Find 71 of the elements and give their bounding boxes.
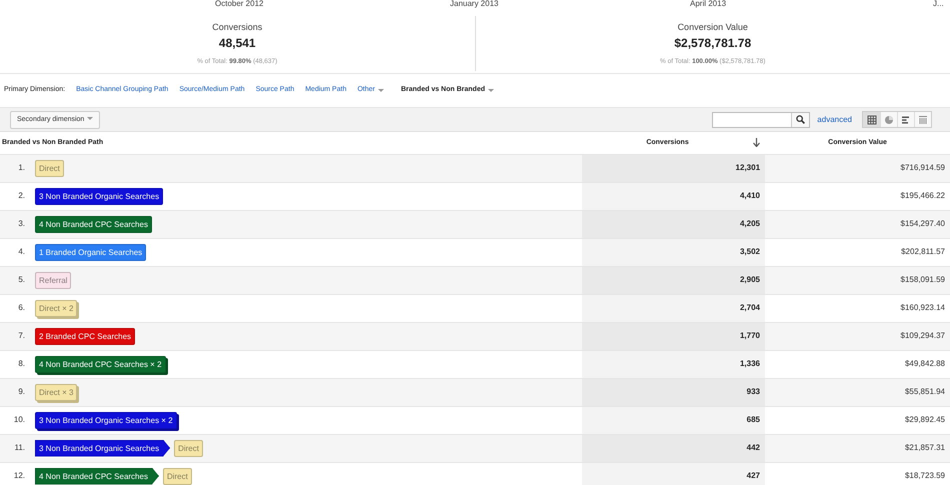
bar-list-icon [901,114,911,124]
conversion-value: $158,091.59 [900,275,946,284]
conversion-value: $154,297.40 [900,219,946,228]
channel-tag: 4 Non Branded CPC Searches [35,216,152,232]
conversion-value: $18,723.59 [904,471,946,480]
conversions-value: 933 [746,387,760,396]
channel-tag: Direct × 2 [35,300,78,316]
column-bars-icon [918,114,928,124]
channel-tag: 1 Branded Organic Searches [35,244,146,260]
grid-icon [866,114,876,124]
row-number: 11. [14,443,25,452]
search-field[interactable] [712,112,810,128]
caret-icon[interactable] [488,89,494,92]
row-number: 8. [18,359,25,368]
conversion-value: $109,294.37 [900,331,946,340]
metric-label: Conversions [211,23,264,32]
row-number: 3. [18,219,25,228]
conversions-value: 4,205 [740,219,760,228]
conversions-value: 427 [746,471,760,480]
conversions-value: 685 [746,415,760,424]
row-number: 5. [18,275,25,284]
row-number: 12. [14,471,25,480]
channel-tag: 4 Non Branded CPC Searches [35,468,159,484]
sort-arrow-icon[interactable] [753,138,760,148]
conversions-value: 4,410 [740,191,760,200]
channel-tag: 4 Non Branded CPC Searches × 2 [35,356,166,372]
conversion-value: $202,811.57 [901,247,946,256]
conversions-value: 1,336 [740,359,760,368]
axis-label: January 2013 [450,0,498,8]
conversion-value: $716,914.59 [900,163,946,172]
advanced-link[interactable]: advanced [817,114,852,126]
channel-tag: Direct × 3 [35,384,78,400]
conversion-value: $29,892.45 [904,415,946,424]
conversions-value: 3,502 [740,247,760,256]
conversion-value: $160,923.14 [900,303,946,312]
conversion-value: $195,466.22 [900,191,946,200]
channel-tag: Direct [162,468,192,484]
axis-label: October 2012 [215,0,264,8]
conversions-value: 2,905 [740,275,760,284]
row-number: 10. [14,415,25,424]
row-number: 1. [18,163,25,172]
metric-value: $2,578,781.78 [674,37,752,50]
channel-tag: Referral [35,272,72,288]
pie-chart-icon [884,114,894,124]
conversion-value: $55,851.94 [904,387,946,396]
channel-tag: Direct [35,160,64,176]
conversion-value: $49,842.88 [904,359,946,368]
caret-icon[interactable] [378,89,384,92]
row-number: 4. [18,247,25,256]
row-number: 7. [18,331,25,340]
axis-label: J... [933,0,944,8]
channel-tag: 2 Branded CPC Searches [35,328,136,344]
conversions-value: 12,301 [736,163,760,172]
channel-tag: 3 Non Branded Organic Searches [35,188,164,204]
grid-view-button[interactable] [863,112,880,127]
conversion-value: $21,857.31 [904,443,946,452]
row-number: 9. [18,387,25,396]
bar-list-view-button[interactable] [897,112,914,127]
channel-tag: 3 Non Branded Organic Searches [35,440,170,456]
column-bars-view-button[interactable] [914,112,931,127]
metric-value: 48,541 [218,37,256,50]
conversions-value: 1,770 [740,331,760,340]
conversions-value: 442 [746,443,760,452]
row-number: 2. [18,191,25,200]
channel-tag: 3 Non Branded Organic Searches × 2 [35,412,177,428]
channel-tag: Direct [174,440,203,456]
axis-label: April 2013 [690,0,726,8]
row-number: 6. [18,303,25,312]
metric-label: Conversion Value [676,23,749,32]
search-icon[interactable] [796,115,806,124]
conversions-value: 2,704 [740,303,760,312]
